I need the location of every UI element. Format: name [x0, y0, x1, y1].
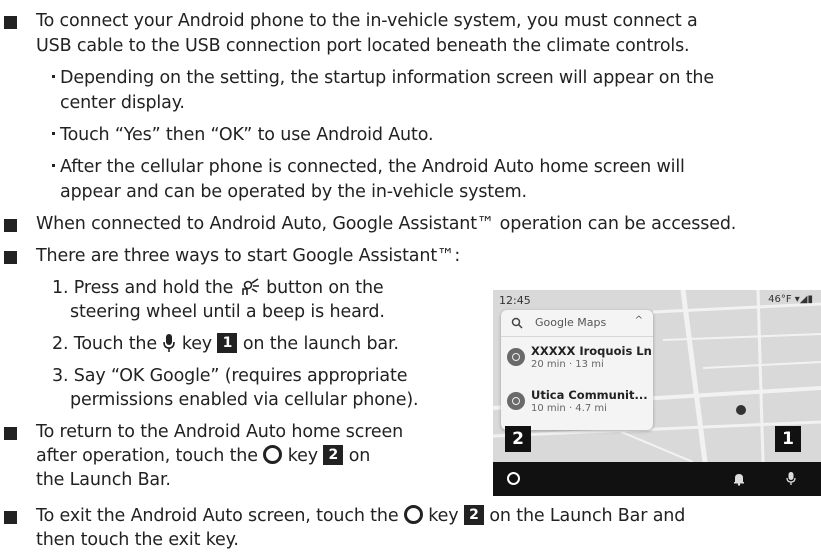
microphone-icon: [163, 333, 176, 352]
paragraph-line: There are three ways to start Google Ass…: [36, 246, 461, 266]
sub-bullet-dot: [52, 164, 55, 167]
paragraph-text: on the Launch Bar and: [489, 506, 686, 526]
numbered-text: button on the: [266, 278, 384, 298]
sub-bullet-line: center display.: [60, 93, 185, 113]
paragraph-line: When connected to Android Auto, Google A…: [36, 214, 737, 234]
paragraph-text: after operation, touch the: [36, 446, 258, 466]
location-pin-icon: [507, 348, 525, 366]
callout-2: 2: [505, 426, 531, 452]
search-icon: [511, 317, 523, 329]
sub-bullet-text: Depending on the setting, the startup in…: [60, 68, 714, 88]
signal-icon: ▾◢▮: [794, 294, 813, 305]
bell-icon[interactable]: [733, 472, 745, 486]
numbered-text: 2. Touch the: [52, 334, 157, 354]
paragraph-text: To exit the Android Auto screen, touch t…: [36, 506, 399, 526]
android-auto-screen: 12:45 46°F ▾◢▮ Google Maps ^ XXXXX Iroqu…: [493, 290, 821, 496]
numbered-line: permissions enabled via cellular phone).: [70, 390, 419, 410]
home-circle-icon: [263, 445, 283, 464]
paragraph-line: To exit the Android Auto screen, touch t…: [36, 504, 685, 528]
numbered-line: 1. Press and hold the button on the: [52, 276, 384, 300]
sub-bullet-line: appear and can be operated by the in-veh…: [60, 182, 527, 202]
destination-item[interactable]: Utica Communit... 10 min · 4.7 mi: [501, 382, 653, 422]
clock: 12:45: [499, 294, 531, 307]
callout-tag-2: 2: [323, 444, 344, 465]
numbered-line: 2. Touch the key 1 on the launch bar.: [52, 332, 399, 356]
bullet-square: [4, 16, 17, 29]
sub-bullet-line: After the cellular phone is connected, t…: [52, 155, 685, 179]
numbered-line: 3. Say “OK Google” (requires appropriate: [52, 366, 408, 386]
sub-bullet-text: After the cellular phone is connected, t…: [60, 157, 685, 177]
sub-bullet-text: Touch “Yes” then “OK” to use Android Aut…: [60, 125, 434, 145]
sub-bullet-line: Depending on the setting, the startup in…: [52, 66, 714, 90]
destination-item[interactable]: XXXXX Iroquois Ln 20 min · 13 mi: [501, 338, 653, 378]
bullet-square: [4, 427, 17, 440]
destination-name: XXXXX Iroquois Ln: [531, 344, 652, 358]
paragraph-text: key: [428, 506, 459, 526]
numbered-text: key: [181, 334, 213, 354]
launch-bar: [493, 462, 821, 496]
maps-search-bar[interactable]: Google Maps ^: [501, 310, 653, 337]
bullet-square: [4, 511, 17, 524]
chevron-up-icon: ^: [634, 315, 643, 326]
paragraph-line: USB cable to the USB connection port loc…: [36, 36, 690, 56]
paragraph-line: the Launch Bar.: [36, 470, 171, 490]
paragraph-text: key: [287, 446, 318, 466]
microphone-icon[interactable]: [785, 471, 797, 487]
voice-recognition-icon: [241, 277, 259, 295]
numbered-text: 1. Press and hold the: [52, 278, 234, 298]
destination-card: Google Maps ^ XXXXX Iroquois Ln 20 min ·…: [501, 310, 653, 430]
sub-bullet-dot: [52, 132, 55, 135]
paragraph-line: To return to the Android Auto home scree…: [36, 422, 404, 442]
bullet-square: [4, 251, 17, 264]
temperature-text: 46°F: [768, 294, 792, 305]
numbered-text: on the launch bar.: [242, 334, 399, 354]
paragraph-text: on: [348, 446, 371, 466]
bullet-square: [4, 219, 17, 232]
destination-name: Utica Communit...: [531, 388, 648, 402]
sub-bullet-line: Touch “Yes” then “OK” to use Android Aut…: [52, 123, 434, 147]
destination-detail: 10 min · 4.7 mi: [531, 403, 607, 414]
status-indicators: 46°F ▾◢▮: [768, 294, 813, 305]
sub-bullet-dot: [52, 75, 55, 78]
home-circle-icon[interactable]: [507, 472, 520, 485]
home-circle-icon: [403, 505, 423, 524]
paragraph-line: after operation, touch the key 2 on: [36, 444, 370, 468]
destination-detail: 20 min · 13 mi: [531, 359, 604, 370]
callout-tag-2: 2: [463, 504, 484, 525]
paragraph-line: To connect your Android phone to the in-…: [36, 11, 698, 31]
numbered-line: steering wheel until a beep is heard.: [70, 302, 385, 322]
location-pin-icon: [507, 392, 525, 410]
callout-tag-1: 1: [217, 332, 238, 353]
paragraph-line: then touch the exit key.: [36, 530, 239, 550]
search-text: Google Maps: [535, 316, 607, 329]
callout-1: 1: [775, 426, 801, 452]
